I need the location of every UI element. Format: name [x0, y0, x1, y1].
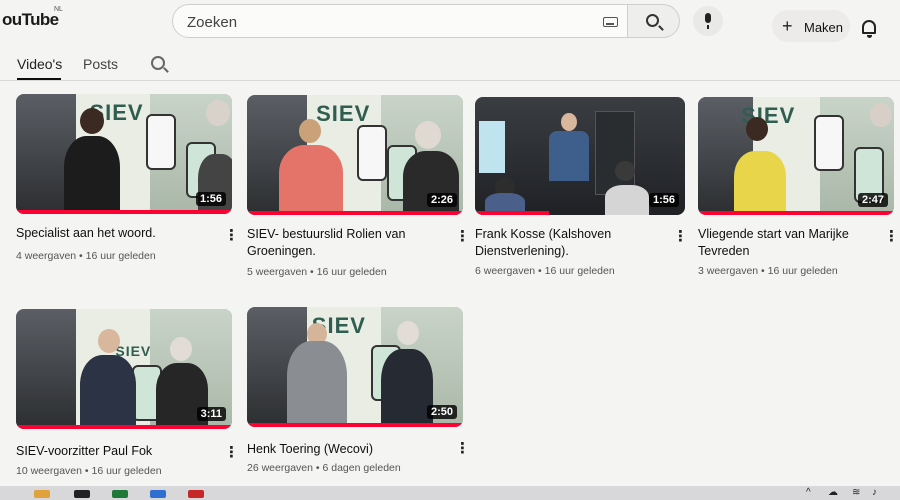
youtube-channel-page: ouTube NL + Maken Video's Posts SIEV [0, 0, 900, 500]
video-thumbnail[interactable]: SIEV 2:50 [247, 307, 463, 427]
video-meta: 5 weergaven • 16 uur geleden [247, 266, 387, 278]
more-options-icon[interactable] [224, 443, 239, 461]
plus-icon: + [782, 16, 793, 36]
video-title[interactable]: Vliegende start van Marijke Tevreden [698, 226, 878, 260]
app-icon[interactable] [150, 490, 166, 498]
bell-icon[interactable] [862, 20, 876, 38]
upload-age: 16 uur geleden [767, 265, 838, 277]
video-duration: 2:47 [857, 193, 888, 207]
keyboard-icon[interactable] [603, 17, 618, 27]
channel-tabs: Video's Posts [0, 50, 900, 82]
more-options-icon[interactable] [673, 227, 688, 245]
app-icon[interactable] [112, 490, 128, 498]
top-bar: ouTube NL + Maken [0, 0, 900, 44]
more-options-icon[interactable] [455, 439, 470, 457]
channel-search-icon[interactable] [151, 56, 165, 70]
tab-posts[interactable]: Posts [83, 56, 118, 72]
upload-age: 16 uur geleden [91, 465, 162, 477]
app-icon[interactable] [188, 490, 204, 498]
watched-progress [247, 211, 463, 215]
video-meta: 4 weergaven • 16 uur geleden [16, 250, 156, 262]
chevron-up-icon[interactable]: ^ [806, 487, 811, 498]
video-thumbnail[interactable]: SIEV 1:56 [16, 94, 232, 214]
tab-divider [0, 80, 900, 81]
video-duration: 1:56 [648, 193, 679, 207]
video-meta: 26 weergaven • 6 dagen geleden [247, 462, 401, 474]
video-title[interactable]: SIEV-voorzitter Paul Fok [16, 443, 216, 460]
more-options-icon[interactable] [884, 227, 899, 245]
search-box [172, 4, 628, 38]
logo-text: ouTube [2, 10, 59, 29]
tab-videos[interactable]: Video's [17, 56, 62, 80]
video-thumbnail[interactable]: 1:56 [475, 97, 685, 215]
more-options-icon[interactable] [224, 226, 239, 244]
video-duration: 2:26 [426, 193, 457, 207]
create-button[interactable]: + Maken [772, 10, 850, 42]
watched-progress [475, 211, 549, 215]
video-title[interactable]: Frank Kosse (Kalshoven Dienstverlening). [475, 226, 675, 260]
view-count: 3 weergaven [698, 265, 759, 277]
wifi-icon[interactable]: ≋ [852, 487, 860, 498]
more-options-icon[interactable] [455, 227, 470, 245]
view-count: 6 weergaven [475, 265, 536, 277]
search-icon [646, 14, 659, 27]
view-count: 5 weergaven [247, 266, 308, 278]
video-thumbnail[interactable]: SIEV 2:47 [698, 97, 894, 215]
video-title[interactable]: SIEV- bestuurslid Rolien van Groeningen. [247, 226, 447, 260]
logo-region: NL [54, 6, 63, 13]
view-count: 26 weergaven [247, 462, 313, 474]
video-duration: 3:11 [196, 407, 226, 421]
video-duration: 2:50 [426, 405, 457, 419]
folder-icon[interactable] [34, 490, 50, 498]
mic-icon [705, 13, 711, 29]
upload-age: 6 dagen geleden [322, 462, 401, 474]
create-label: Maken [804, 20, 844, 35]
upload-age: 16 uur geleden [316, 266, 387, 278]
watched-progress [16, 425, 232, 429]
youtube-logo[interactable]: ouTube [2, 10, 59, 30]
upload-age: 16 uur geleden [85, 250, 156, 262]
upload-age: 16 uur geleden [544, 265, 615, 277]
video-meta: 3 weergaven • 16 uur geleden [698, 265, 838, 277]
video-meta: 10 weergaven • 16 uur geleden [16, 465, 162, 477]
view-count: 10 weergaven [16, 465, 82, 477]
video-thumbnail[interactable]: SIEV 3:11 [16, 309, 232, 429]
video-title[interactable]: Henk Toering (Wecovi) [247, 441, 447, 458]
video-title[interactable]: Specialist aan het woord. [16, 225, 216, 242]
voice-search-button[interactable] [693, 6, 723, 36]
speaker-icon[interactable]: ♪ [872, 487, 877, 498]
search-input[interactable] [187, 11, 587, 33]
video-meta: 6 weergaven • 16 uur geleden [475, 265, 615, 277]
view-count: 4 weergaven [16, 250, 77, 262]
app-icon[interactable] [74, 490, 90, 498]
cloud-icon[interactable]: ☁ [828, 487, 838, 498]
search-button[interactable] [628, 4, 680, 38]
video-duration: 1:56 [195, 192, 226, 206]
watched-progress [16, 210, 232, 214]
os-taskbar: ^ ☁ ≋ ♪ [0, 486, 900, 500]
video-thumbnail[interactable]: SIEV 2:26 [247, 95, 463, 215]
watched-progress [698, 211, 894, 215]
watched-progress [247, 423, 463, 427]
